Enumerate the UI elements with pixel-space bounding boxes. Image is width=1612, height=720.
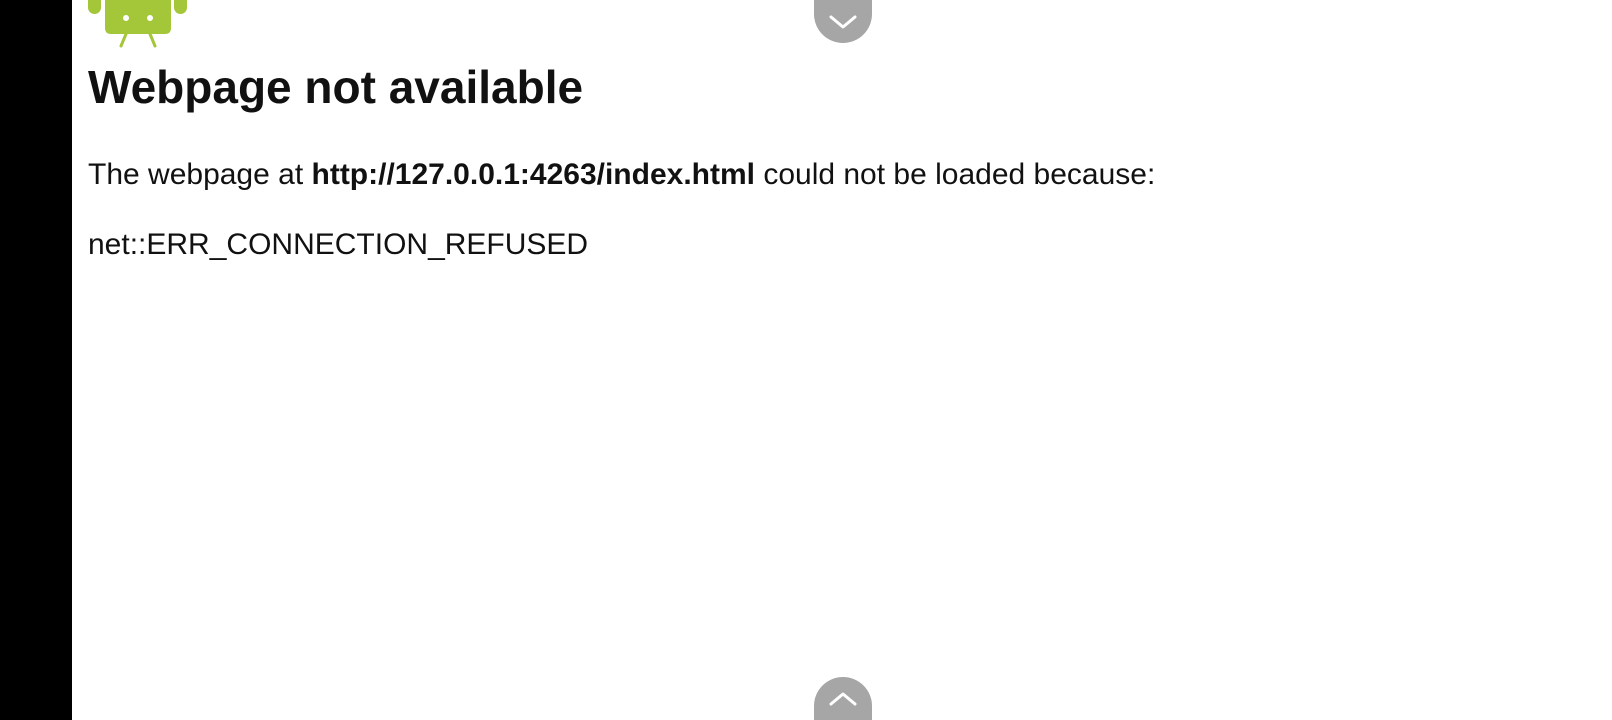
error-code: net::ERR_CONNECTION_REFUSED bbox=[88, 228, 589, 261]
left-system-bar bbox=[0, 0, 72, 720]
chevron-down-icon bbox=[829, 15, 857, 28]
webview-content: Webpage not available The webpage at htt… bbox=[72, 0, 1612, 720]
failed-url: http://127.0.0.1:4263/index.html bbox=[311, 158, 755, 191]
page-title: Webpage not available bbox=[88, 61, 584, 113]
message-prefix: The webpage at bbox=[88, 158, 312, 191]
message-suffix: could not be loaded because: bbox=[754, 158, 1156, 191]
error-message: The webpage at http://127.0.0.1:4263/ind… bbox=[88, 158, 1155, 192]
android-robot-icon bbox=[88, 0, 187, 48]
chevron-up-icon bbox=[829, 692, 857, 705]
